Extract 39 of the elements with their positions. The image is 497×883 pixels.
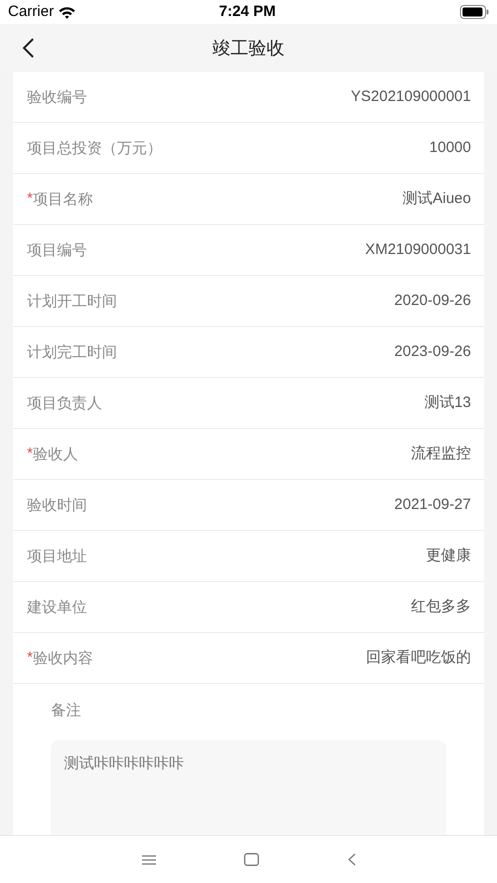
- home-square-icon[interactable]: [244, 853, 258, 866]
- field-value: 更健康: [426, 546, 471, 566]
- field-value: 2023-09-26: [394, 342, 471, 362]
- field-value: 测试Aiueo: [402, 188, 471, 209]
- field-label: 项目负责人: [27, 394, 102, 414]
- remarks-text: 测试咔咔咔咔咔咔: [64, 755, 184, 772]
- field-value: YS202109000001: [350, 86, 471, 107]
- clock-time: 7:24 PM: [219, 2, 276, 22]
- field-label: 计划完工时间: [27, 342, 117, 362]
- required-asterisk: *: [27, 188, 33, 209]
- field-label: 验收编号: [27, 88, 87, 108]
- field-label: 计划开工时间: [27, 292, 117, 312]
- back-icon: [21, 37, 35, 59]
- field-label: 验收人: [32, 444, 78, 464]
- battery-icon: [460, 5, 489, 19]
- field-label: 建设单位: [27, 598, 87, 618]
- field-value: 流程监控: [411, 444, 471, 464]
- page-title: 竣工验收: [212, 36, 284, 60]
- field-label: 验收时间: [27, 496, 87, 516]
- field-value: 10000: [429, 138, 471, 158]
- field-value: 回家看吧吃饭的: [366, 648, 471, 668]
- field-label: 项目地址: [27, 546, 87, 566]
- field-value: XM2109000031: [365, 240, 471, 260]
- field-label: 验收内容: [32, 648, 93, 668]
- field-label: 项目总投资（万元）: [27, 138, 162, 158]
- remarks-label: 备注: [51, 701, 82, 721]
- field-label: 项目编号: [27, 240, 87, 260]
- field-value: 红包多多: [411, 596, 471, 617]
- carrier-label: Carrier: [8, 2, 54, 22]
- field-label: 项目名称: [32, 190, 93, 210]
- field-value: 测试13: [424, 392, 471, 413]
- remarks-textarea[interactable]: 测试咔咔咔咔咔咔: [51, 740, 446, 835]
- required-asterisk: *: [27, 444, 33, 464]
- field-value: 2020-09-26: [394, 290, 471, 311]
- required-asterisk: *: [27, 648, 33, 668]
- field-value: 2021-09-27: [394, 494, 471, 515]
- menu-icon[interactable]: [142, 854, 156, 864]
- back-icon[interactable]: [346, 853, 356, 866]
- wifi-icon: [58, 6, 76, 18]
